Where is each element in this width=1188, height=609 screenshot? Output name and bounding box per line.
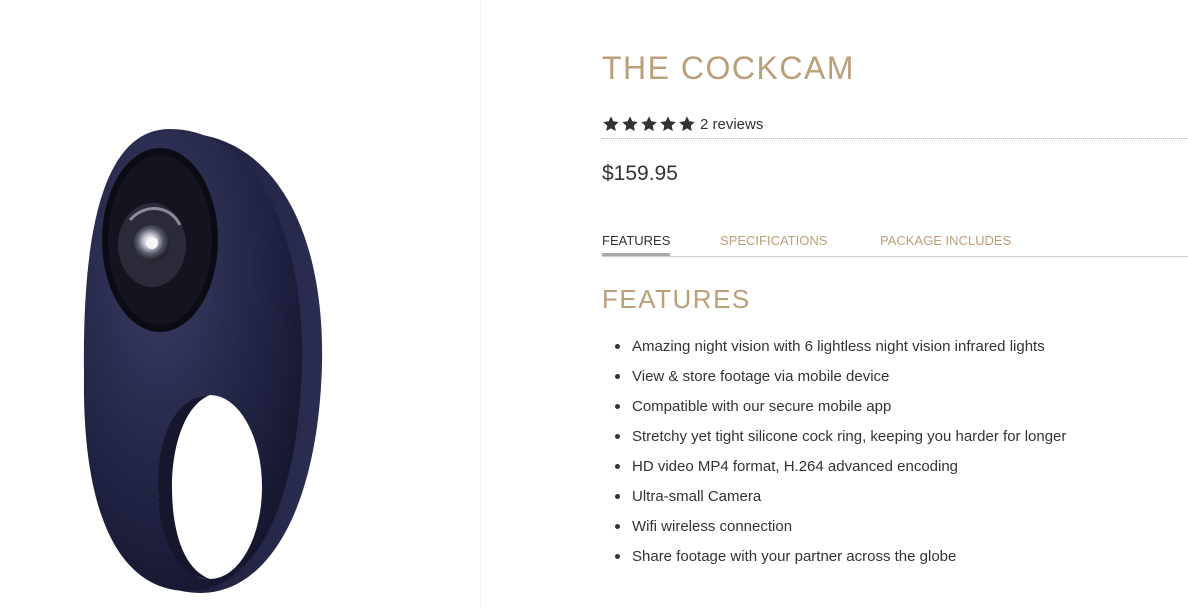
star-icon (660, 116, 676, 132)
feature-text: Compatible with our secure mobile app (632, 398, 892, 415)
product-image-panel (0, 0, 481, 609)
star-icon (641, 116, 657, 132)
star-icon (679, 116, 695, 132)
bullet-icon (615, 524, 620, 529)
tab-features[interactable]: FEATURES (602, 232, 671, 256)
product-price: $159.95 (602, 162, 678, 185)
list-item: Stretchy yet tight silicone cock ring, k… (615, 422, 1188, 452)
features-heading: FEATURES (602, 284, 751, 314)
list-item: Ultra-small Camera (615, 482, 1188, 512)
feature-text: Amazing night vision with 6 lightless ni… (632, 338, 1045, 355)
list-item: HD video MP4 format, H.264 advanced enco… (615, 452, 1188, 482)
list-item: Amazing night vision with 6 lightless ni… (615, 332, 1188, 362)
tab-package-includes[interactable]: PACKAGE INCLUDES (880, 232, 1011, 254)
bullet-icon (615, 404, 620, 409)
product-title: THE COCKCAM (602, 50, 855, 86)
reviews-link[interactable]: 2 reviews (700, 116, 763, 133)
bullet-icon (615, 494, 620, 499)
list-item: View & store footage via mobile device (615, 362, 1188, 392)
feature-text: View & store footage via mobile device (632, 368, 890, 385)
star-icon (603, 116, 619, 132)
product-image[interactable] (60, 115, 330, 595)
bullet-icon (615, 464, 620, 469)
feature-text: HD video MP4 format, H.264 advanced enco… (632, 458, 959, 475)
list-item: Wifi wireless connection (615, 512, 1188, 542)
bullet-icon (615, 344, 620, 349)
bullet-icon (615, 554, 620, 559)
bullet-icon (615, 374, 620, 379)
feature-text: Wifi wireless connection (632, 518, 793, 535)
feature-text: Ultra-small Camera (632, 488, 762, 505)
list-item: Compatible with our secure mobile app (615, 392, 1188, 422)
features-list: Amazing night vision with 6 lightless ni… (602, 332, 1188, 572)
product-details: THE COCKCAM 2 reviews $159.95 FEATURES S… (602, 0, 1188, 609)
feature-text: Stretchy yet tight silicone cock ring, k… (632, 428, 1067, 445)
feature-text: Share footage with your partner across t… (632, 548, 957, 565)
bullet-icon (615, 434, 620, 439)
star-rating[interactable] (602, 115, 696, 133)
list-item: Share footage with your partner across t… (615, 542, 1188, 572)
product-tabs: FEATURES SPECIFICATIONS PACKAGE INCLUDES (602, 232, 1188, 257)
tab-specifications[interactable]: SPECIFICATIONS (720, 232, 827, 254)
rating-row: 2 reviews (602, 110, 1188, 139)
star-icon (622, 116, 638, 132)
